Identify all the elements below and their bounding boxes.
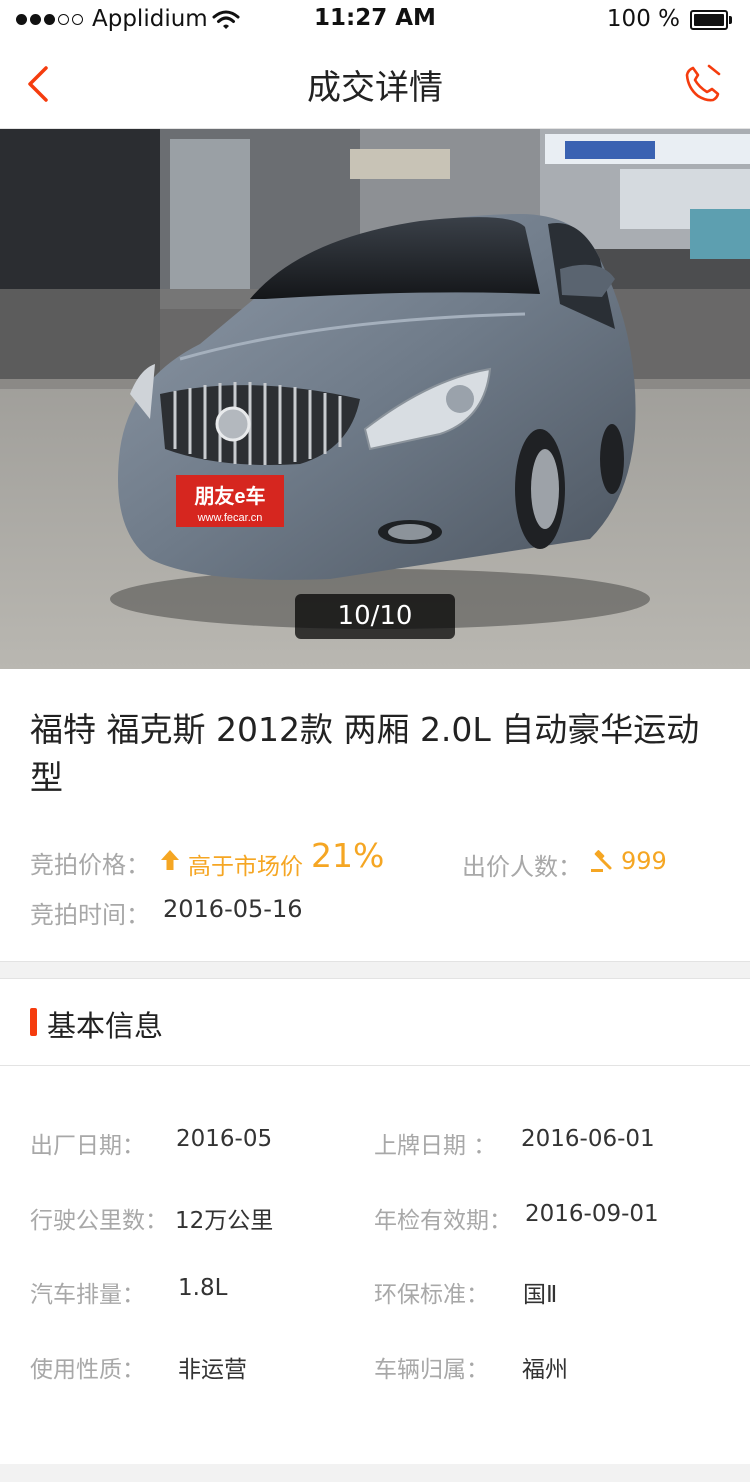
info-label-registration-date: 上牌日期 ： [374,1133,497,1159]
photo-counter: 10/10 [295,594,455,639]
section-title: 基本信息 [47,1009,164,1043]
car-photo-gallery[interactable]: 朋友e车 www.fecar.cn 10/10 [0,129,750,669]
arrow-up-icon [161,850,179,870]
info-label-mileage: 行驶公里数： [30,1208,168,1234]
info-label-factory-date: 出厂日期： [30,1133,145,1159]
info-value-emission: 国Ⅱ [523,1282,558,1308]
auction-time-value: 2016-05-16 [163,895,303,923]
info-label-emission: 环保标准： [374,1282,489,1308]
info-value-location: 福州 [522,1357,568,1383]
call-button[interactable] [682,64,722,104]
phone-icon [685,64,721,102]
battery-percent: 100 % [606,6,680,32]
navigation-bar: 成交详情 [0,40,750,129]
plate-brand-text: 朋友e车 [194,484,265,508]
section-divider [0,961,750,979]
car-title: 福特 福克斯 2012款 两厢 2.0L 自动豪华运动型 [30,710,700,797]
info-label-location: 车辆归属： [374,1357,489,1383]
info-value-inspection: 2016-09-01 [525,1201,659,1227]
info-value-factory-date: 2016-05 [176,1126,273,1152]
bottom-divider [0,1464,750,1482]
bidders-label: 出价人数： [462,853,582,881]
status-bar: Applidium 11:27 AM 100 % [0,0,750,40]
info-value-registration-date: 2016-06-01 [521,1126,655,1152]
info-value-usage: 非运营 [178,1357,247,1383]
price-percent: 21% [311,836,385,875]
info-label-usage: 使用性质： [30,1357,145,1383]
section-marker [30,1008,37,1036]
info-value-displacement: 1.8L [178,1275,228,1301]
bidders-count: 999 [621,847,667,875]
car-photo: 朋友e车 www.fecar.cn [0,129,750,669]
gavel-icon [591,850,612,872]
price-compare-text: 高于市场价 [188,854,303,880]
page-title: 成交详情 [307,68,443,108]
info-label-inspection: 年检有效期： [374,1208,512,1234]
info-label-displacement: 汽车排量： [30,1282,145,1308]
info-value-mileage: 12万公里 [175,1208,274,1234]
section-divider-line [0,1065,750,1066]
auction-time-label: 竞拍时间： [30,901,150,929]
plate-url-text: www.fecar.cn [197,512,263,524]
battery-icon [690,10,734,30]
auction-price-label: 竞拍价格： [30,851,150,879]
